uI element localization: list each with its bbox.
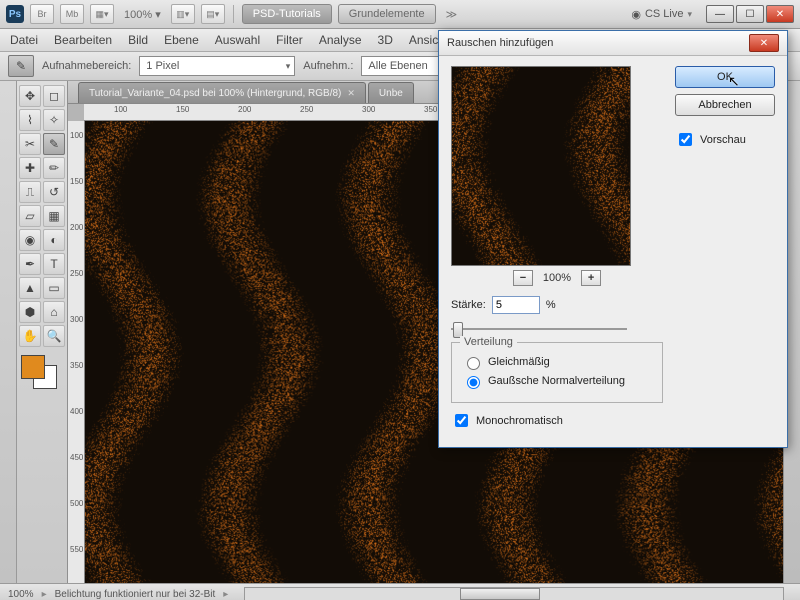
cs-live-icon: ◉	[631, 8, 641, 21]
menu-bild[interactable]: Bild	[128, 33, 148, 47]
aufnahmebereich-dropdown[interactable]: 1 Pixel	[139, 56, 295, 76]
window-close-button[interactable]: ✕	[766, 5, 794, 23]
document-tab-1[interactable]: Tutorial_Variante_04.psd bei 100% (Hinte…	[78, 82, 366, 103]
cs-live-label[interactable]: CS Live	[645, 8, 684, 20]
3d-tool[interactable]: ⬢	[19, 301, 41, 323]
dodge-tool[interactable]: ◐	[43, 229, 65, 251]
app-titlebar: Ps Br Mb ▦▾ 100% ▾ ▥▾ ▤▾ PSD-Tutorials G…	[0, 0, 800, 29]
path-select-tool[interactable]: ▲	[19, 277, 41, 299]
current-tool-eyedropper-icon[interactable]: ✎	[8, 55, 34, 77]
horizontal-scrollbar[interactable]	[244, 587, 784, 600]
ruler-vertical[interactable]: 100 150 200 250 300 350 400 450 500 550	[68, 121, 85, 583]
foreground-color-swatch[interactable]	[21, 355, 45, 379]
percent-label: %	[546, 299, 556, 311]
dialog-titlebar[interactable]: Rauschen hinzufügen ✕	[439, 31, 787, 56]
aufnehmen-label: Aufnehm.:	[303, 60, 353, 72]
workspace-more[interactable]: ≫	[446, 8, 458, 21]
menu-ebene[interactable]: Ebene	[164, 33, 199, 47]
shape-tool[interactable]: ▭	[43, 277, 65, 299]
workspace-tab-psd-tutorials[interactable]: PSD-Tutorials	[242, 4, 332, 24]
screen-mode-button[interactable]: ▦▾	[90, 4, 114, 24]
tools-panel: ✥ ◻ ⌇ ✧ ✂ ✎ ✚ ✏ ⎍ ↺ ▱ ▦ ◉ ◐ ✒ T ▲ ▭ ⬢ ⌂ …	[17, 81, 68, 583]
cancel-button[interactable]: Abbrechen	[675, 94, 775, 116]
view-extras-button[interactable]: ▤▾	[201, 4, 225, 24]
distribution-legend: Verteilung	[460, 336, 517, 348]
add-noise-dialog: Rauschen hinzufügen ✕ − 100% + Stärke: %…	[438, 30, 788, 448]
lasso-tool[interactable]: ⌇	[19, 109, 41, 131]
menu-auswahl[interactable]: Auswahl	[215, 33, 260, 47]
hand-tool[interactable]: ✋	[19, 325, 41, 347]
strength-slider[interactable]	[451, 318, 627, 334]
menu-datei[interactable]: Datei	[10, 33, 38, 47]
color-swatches[interactable]	[19, 355, 59, 391]
zoom-tool[interactable]: 🔍	[43, 325, 65, 347]
preview-zoom-label: 100%	[543, 272, 571, 284]
left-dock-strip[interactable]	[0, 81, 17, 583]
ps-logo-icon: Ps	[6, 5, 24, 23]
menu-bearbeiten[interactable]: Bearbeiten	[54, 33, 112, 47]
healing-tool[interactable]: ✚	[19, 157, 41, 179]
marquee-tool[interactable]: ◻	[43, 85, 65, 107]
dist-uniform-radio[interactable]: Gleichmäßig	[462, 354, 652, 370]
eraser-tool[interactable]: ▱	[19, 205, 41, 227]
menu-filter[interactable]: Filter	[276, 33, 303, 47]
eyedropper-tool[interactable]: ✎	[43, 133, 65, 155]
zoom-in-button[interactable]: +	[581, 270, 601, 286]
scrollbar-thumb[interactable]	[460, 588, 540, 600]
crop-tool[interactable]: ✂	[19, 133, 41, 155]
cs-live-dropdown-icon[interactable]: ▾	[687, 9, 692, 20]
monochromatic-checkbox[interactable]: Monochromatisch	[451, 411, 663, 430]
status-message: Belichtung funktioniert nur bei 32-Bit	[55, 589, 216, 600]
workspace-tab-grundelemente[interactable]: Grundelemente	[338, 4, 436, 24]
status-bar: 100% ▸ Belichtung funktioniert nur bei 3…	[0, 583, 800, 600]
window-maximize-button[interactable]: ☐	[736, 5, 764, 23]
blur-tool[interactable]: ◉	[19, 229, 41, 251]
close-icon[interactable]: ✕	[347, 88, 355, 99]
gradient-tool[interactable]: ▦	[43, 205, 65, 227]
strength-input[interactable]	[492, 296, 540, 314]
document-tab-2-label: Unbe	[379, 88, 403, 99]
stamp-tool[interactable]: ⎍	[19, 181, 41, 203]
zoom-level[interactable]: 100% ▾	[124, 8, 161, 21]
status-zoom[interactable]: 100%	[8, 589, 34, 600]
minibridge-button[interactable]: Mb	[60, 4, 84, 24]
window-minimize-button[interactable]: —	[706, 5, 734, 23]
ok-button[interactable]: OK ↖	[675, 66, 775, 88]
type-tool[interactable]: T	[43, 253, 65, 275]
3d-camera-tool[interactable]: ⌂	[43, 301, 65, 323]
aufnahmebereich-label: Aufnahmebereich:	[42, 60, 131, 72]
menu-analyse[interactable]: Analyse	[319, 33, 362, 47]
document-tab-1-label: Tutorial_Variante_04.psd bei 100% (Hinte…	[89, 88, 341, 99]
arrange-button[interactable]: ▥▾	[171, 4, 195, 24]
dist-gaussian-radio[interactable]: Gaußsche Normalverteilung	[462, 373, 652, 389]
dialog-title-text: Rauschen hinzufügen	[447, 37, 553, 49]
bridge-button[interactable]: Br	[30, 4, 54, 24]
noise-preview[interactable]	[451, 66, 631, 266]
preview-checkbox[interactable]: Vorschau	[675, 130, 775, 149]
distribution-group: Verteilung Gleichmäßig Gaußsche Normalve…	[451, 342, 663, 403]
move-tool[interactable]: ✥	[19, 85, 41, 107]
menu-3d[interactable]: 3D	[378, 33, 393, 47]
strength-label: Stärke:	[451, 299, 486, 311]
pen-tool[interactable]: ✒	[19, 253, 41, 275]
magic-wand-tool[interactable]: ✧	[43, 109, 65, 131]
dialog-close-button[interactable]: ✕	[749, 34, 779, 52]
zoom-out-button[interactable]: −	[513, 270, 533, 286]
document-tab-2[interactable]: Unbe	[368, 82, 414, 103]
history-brush-tool[interactable]: ↺	[43, 181, 65, 203]
brush-tool[interactable]: ✏	[43, 157, 65, 179]
